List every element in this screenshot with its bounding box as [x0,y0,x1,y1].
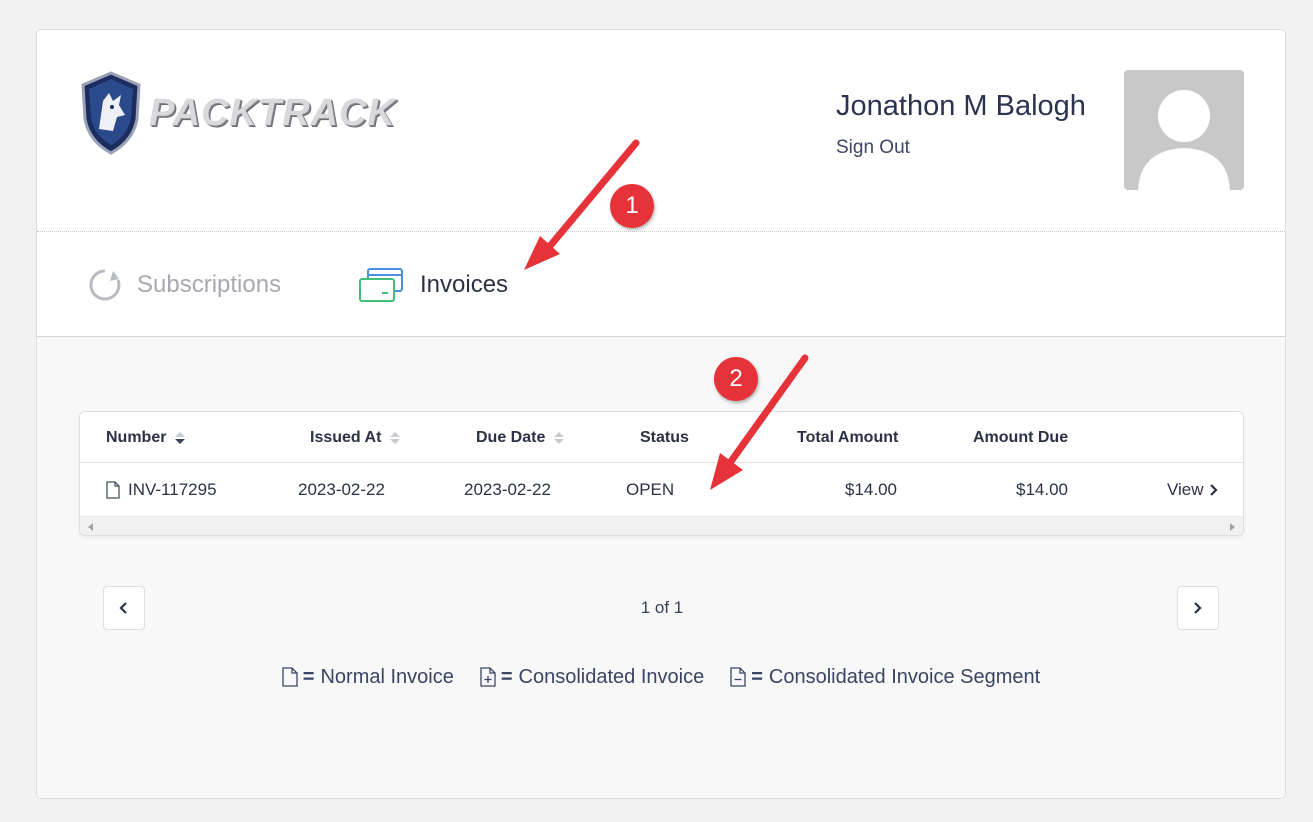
column-label: Issued At [310,428,382,446]
scroll-right-arrow-icon[interactable] [1230,523,1235,531]
chevron-left-icon [119,602,127,614]
sort-icon [554,431,565,444]
sort-icon [175,431,186,444]
legend-normal-invoice: = Normal Invoice [282,666,454,689]
chevron-right-icon [1194,602,1202,614]
legend-label: Normal Invoice [320,665,454,688]
account-card: PACKTRACK Jonathon M Balogh Sign Out Sub… [36,29,1286,799]
legend-equals: = [751,665,763,688]
page-indicator: 1 of 1 [640,598,684,617]
sort-icon [390,431,401,444]
view-label: View [1167,479,1204,499]
sign-out-link[interactable]: Sign Out [836,137,910,159]
tab-invoices-label: Invoices [420,270,509,298]
legend-label: Consolidated Invoice Segment [768,665,1041,688]
invoice-type-legend: = Normal Invoice = Consolidated Invoice [37,661,1285,693]
legend-label: Consolidated Invoice [518,665,705,688]
cell-total-amount: $14.00 [845,479,897,499]
annotation-badge-2: 2 [714,357,758,401]
normal-invoice-icon [282,667,298,687]
previous-page-button[interactable] [103,586,145,630]
normal-invoice-icon [106,480,120,499]
cell-amount-due: $14.00 [1016,479,1068,499]
legend-equals: = [302,665,315,688]
next-page-button[interactable] [1177,586,1219,630]
cell-status: OPEN [626,479,675,499]
column-header-number[interactable]: Number [106,412,186,463]
column-header-status: Status [640,412,689,463]
packtrack-logo: PACKTRACK [79,70,409,156]
shield-wolf-icon [81,71,141,155]
consolidated-invoice-icon [480,667,496,687]
tab-subscriptions[interactable]: Subscriptions [87,232,281,337]
legend-equals: = [500,665,513,688]
column-label: Status [640,428,689,446]
brand-wordmark: PACKTRACK [149,91,396,134]
column-label: Due Date [476,428,546,446]
horizontal-scrollbar[interactable] [80,516,1243,535]
column-label: Number [106,428,167,446]
legend-consolidated-invoice-segment: = Consolidated Invoice Segment [730,666,1040,689]
tab-subscriptions-label: Subscriptions [137,270,282,298]
cell-number: INV-117295 [106,463,217,516]
table-header: Number Issued At Due Date Status Total A… [80,412,1243,463]
avatar[interactable] [1124,70,1244,190]
invoices-panel: Number Issued At Due Date Status Total A… [37,337,1285,798]
user-placeholder-icon [1138,90,1230,190]
view-invoice-link[interactable]: View [1167,463,1219,516]
legend-consolidated-invoice: = Consolidated Invoice [480,666,704,689]
tab-invoices[interactable]: Invoices [358,232,508,337]
cell-due-date: 2023-02-22 [464,479,551,499]
cell-issued-at: 2023-02-22 [298,479,385,499]
annotation-badge-1: 1 [610,184,654,228]
invoice-segment-icon [730,667,746,687]
column-header-due-date[interactable]: Due Date [476,412,565,463]
column-header-total-amount: Total Amount [797,412,898,463]
refresh-icon [89,268,121,300]
invoices-table: Number Issued At Due Date Status Total A… [79,411,1244,536]
column-label: Total Amount [797,428,899,446]
invoices-cards-icon [359,267,403,302]
scroll-left-arrow-icon[interactable] [88,523,93,531]
table-row[interactable]: INV-117295 2023-02-22 2023-02-22 OPEN $1… [80,463,1243,516]
header: PACKTRACK Jonathon M Balogh Sign Out [37,30,1285,232]
chevron-right-icon [1209,483,1218,496]
column-header-amount-due: Amount Due [973,412,1068,463]
nav-tabs: Subscriptions Invoices [37,232,1285,337]
user-name: Jonathon M Balogh [836,90,1086,122]
column-label: Amount Due [973,428,1069,446]
invoice-number: INV-117295 [128,479,217,499]
column-header-issued-at[interactable]: Issued At [310,412,401,463]
